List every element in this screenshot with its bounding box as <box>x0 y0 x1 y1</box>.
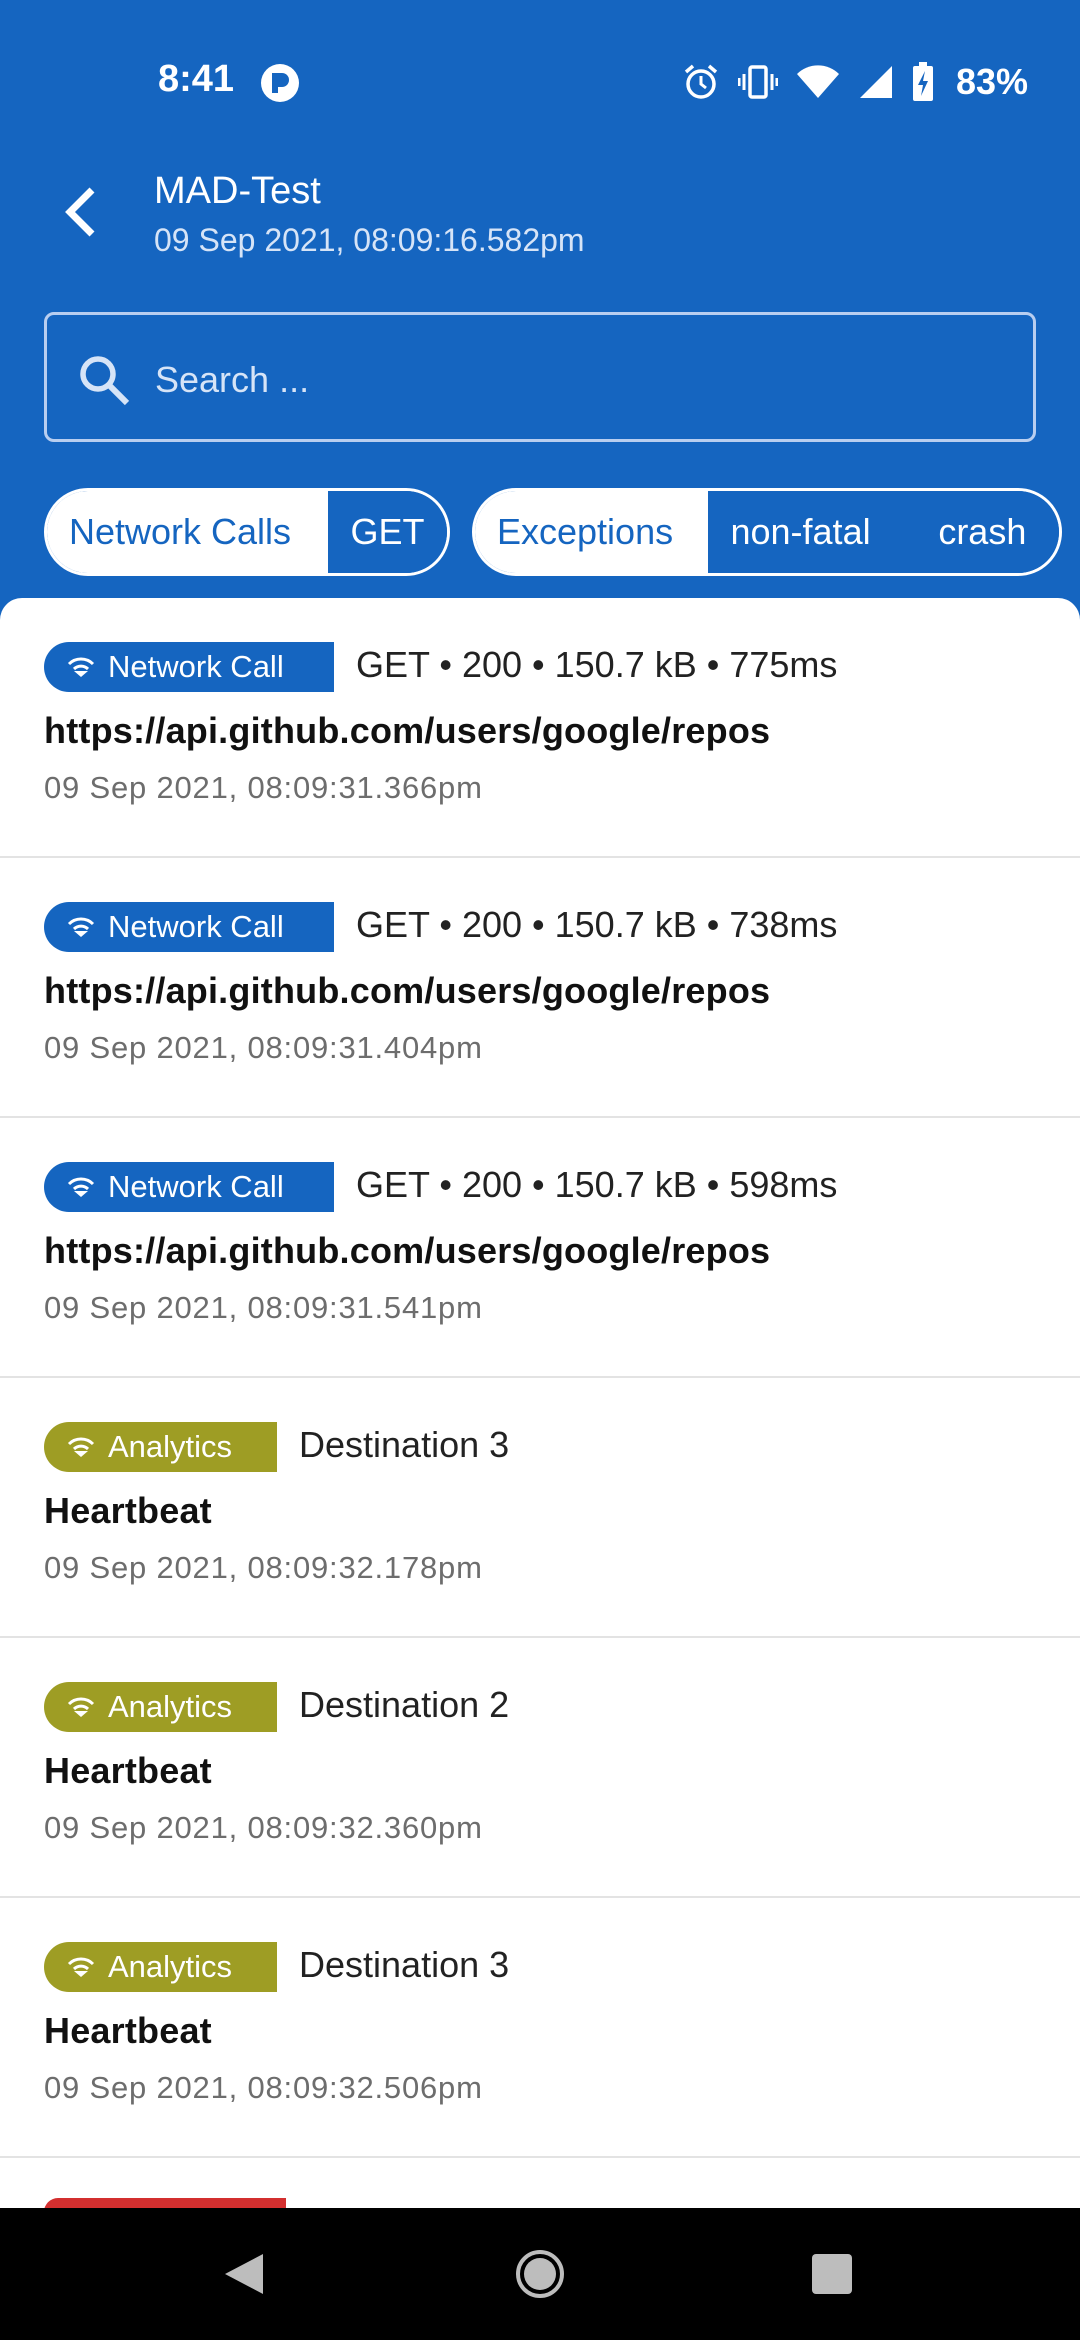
vibrate-icon <box>737 65 778 99</box>
request-url: https://api.github.com/users/google/repo… <box>44 710 771 751</box>
analytics-destination: Destination 2 <box>299 1684 510 1725</box>
analytics-badge: Analytics <box>44 1422 277 1472</box>
request-url: https://api.github.com/users/google/repo… <box>44 1230 771 1271</box>
filter-network-calls[interactable]: Network Calls <box>47 491 329 573</box>
cell-signal-icon <box>859 66 892 98</box>
wifi-icon <box>67 1697 95 1717</box>
back-triangle-icon <box>225 2254 263 2294</box>
request-summary: GET • 200 • 150.7 kB • 598ms <box>356 1164 838 1205</box>
system-nav-bar <box>0 2208 1080 2340</box>
list-item[interactable]: Analytics Destination 2 Heartbeat 09 Sep… <box>0 1638 1080 1898</box>
alarm-icon <box>684 64 718 99</box>
list-item[interactable]: Network Call GET • 200 • 150.7 kB • 598m… <box>0 1118 1080 1378</box>
nav-recents-button[interactable] <box>792 2238 872 2310</box>
filter-crash[interactable]: crash <box>916 491 1059 573</box>
wifi-icon <box>796 65 839 98</box>
recents-square-icon <box>812 2254 852 2294</box>
list-item[interactable]: Analytics Destination 3 Heartbeat 09 Sep… <box>0 1898 1080 2158</box>
search-input[interactable] <box>155 345 1005 415</box>
event-timestamp: 09 Sep 2021, 08:09:31.404pm <box>44 1030 483 1065</box>
battery-percentage: 83% <box>955 61 1028 102</box>
analytics-badge: Analytics <box>44 1942 277 1992</box>
list-item[interactable]: Network Call GET • 200 • 150.7 kB • 738m… <box>0 858 1080 1118</box>
event-name: Heartbeat <box>44 1750 212 1791</box>
network-filter-group: Network Calls GET <box>44 488 450 576</box>
event-timestamp: 09 Sep 2021, 08:09:31.541pm <box>44 1290 483 1325</box>
filter-exceptions[interactable]: Exceptions <box>475 491 709 573</box>
status-icons: 83% <box>682 60 1028 104</box>
app-notification-icon <box>261 64 299 102</box>
wifi-icon <box>67 917 95 937</box>
search-icon <box>80 356 130 406</box>
filter-get[interactable]: GET <box>328 491 447 573</box>
crash-badge-partial <box>44 2198 286 2208</box>
badge-label: Network Call <box>108 1169 284 1204</box>
analytics-destination: Destination 3 <box>299 1424 510 1465</box>
analytics-badge: Analytics <box>44 1682 277 1732</box>
app-screen: 8:41 83% MAD-Test 09 Sep 2021, 08:09:16.… <box>0 0 1080 2340</box>
chevron-left-icon <box>65 187 95 237</box>
list-item[interactable]: Network Call GET • 200 • 150.7 kB • 775m… <box>0 598 1080 858</box>
wifi-icon <box>67 1437 95 1457</box>
wifi-icon <box>67 1177 95 1197</box>
network-call-badge: Network Call <box>44 642 334 692</box>
badge-label: Analytics <box>108 1429 233 1464</box>
event-name: Heartbeat <box>44 2010 212 2051</box>
battery-charging-icon <box>912 62 933 101</box>
network-call-badge: Network Call <box>44 1162 334 1212</box>
wifi-icon <box>67 657 95 677</box>
event-name: Heartbeat <box>44 1490 212 1531</box>
page-subtitle: 09 Sep 2021, 08:09:16.582pm <box>154 222 585 258</box>
request-url: https://api.github.com/users/google/repo… <box>44 970 771 1011</box>
status-bar: 8:41 83% <box>0 0 1080 150</box>
badge-label: Analytics <box>108 1689 233 1724</box>
list-item[interactable]: Analytics Destination 3 Heartbeat 09 Sep… <box>0 1378 1080 1638</box>
home-circle-icon <box>516 2250 564 2298</box>
event-timestamp: 09 Sep 2021, 08:09:32.506pm <box>44 2070 483 2105</box>
search-box[interactable] <box>44 312 1036 442</box>
exceptions-filter-group: Exceptions non-fatal crash <box>472 488 1062 576</box>
filter-non-fatal[interactable]: non-fatal <box>708 491 917 573</box>
event-timestamp: 09 Sep 2021, 08:09:31.366pm <box>44 770 483 805</box>
badge-label: Analytics <box>108 1949 233 1984</box>
event-timestamp: 09 Sep 2021, 08:09:32.360pm <box>44 1810 483 1845</box>
analytics-destination: Destination 3 <box>299 1944 510 1985</box>
badge-label: Network Call <box>108 909 284 944</box>
request-summary: GET • 200 • 150.7 kB • 775ms <box>356 644 838 685</box>
badge-label: Network Call <box>108 649 284 684</box>
request-summary: GET • 200 • 150.7 kB • 738ms <box>356 904 838 945</box>
status-time: 8:41 <box>158 58 235 100</box>
wifi-icon <box>67 1957 95 1977</box>
nav-back-button[interactable] <box>204 2238 284 2310</box>
event-timestamp: 09 Sep 2021, 08:09:32.178pm <box>44 1550 483 1585</box>
back-button[interactable] <box>40 172 120 252</box>
network-call-badge: Network Call <box>44 902 334 952</box>
event-list: Network Call GET • 200 • 150.7 kB • 775m… <box>0 598 1080 2208</box>
page-title: MAD-Test <box>154 170 321 212</box>
nav-home-button[interactable] <box>500 2238 580 2310</box>
